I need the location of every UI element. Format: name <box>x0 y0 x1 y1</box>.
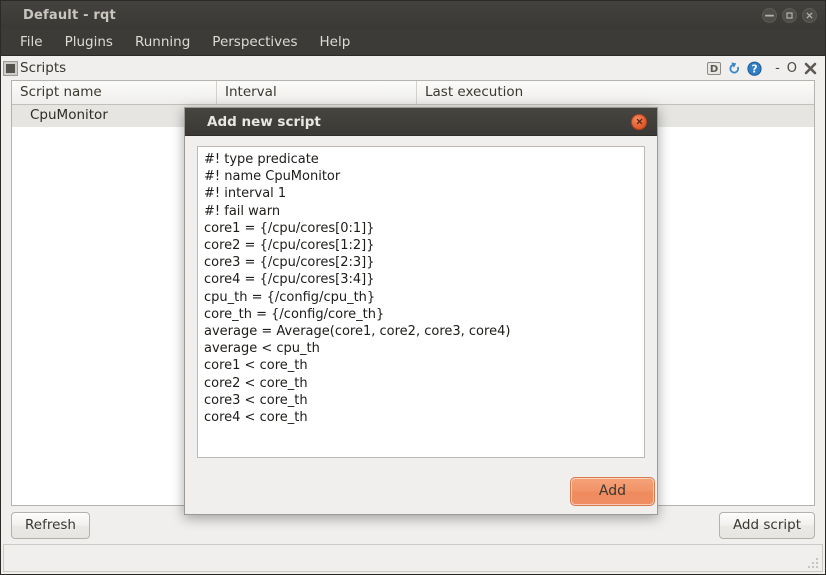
column-header-interval[interactable]: Interval <box>217 81 417 104</box>
window-titlebar: Default - rqt <box>1 1 825 29</box>
dialog-footer: Add <box>185 468 657 514</box>
window-title: Default - rqt <box>23 8 116 23</box>
menu-help[interactable]: Help <box>309 31 362 53</box>
refresh-button[interactable]: Refresh <box>11 512 90 539</box>
script-text-input[interactable]: #! type predicate #! name CpuMonitor #! … <box>197 146 645 458</box>
status-bar <box>3 544 823 572</box>
resize-grip-icon[interactable] <box>806 556 820 570</box>
detach-icon[interactable]: D <box>706 60 723 77</box>
dialog-body: #! type predicate #! name CpuMonitor #! … <box>185 136 657 468</box>
menu-running[interactable]: Running <box>124 31 201 53</box>
table-header: Script name Interval Last execution <box>12 81 814 105</box>
minimize-button[interactable] <box>762 8 777 23</box>
main-window: Default - rqt File Plugins Running <box>0 0 826 575</box>
menubar: File Plugins Running Perspectives Help <box>1 29 825 55</box>
menu-perspectives[interactable]: Perspectives <box>201 31 308 53</box>
dialog-add-button[interactable]: Add <box>570 477 655 506</box>
dialog-titlebar: Add new script <box>185 108 657 136</box>
minimize-icon <box>763 7 776 24</box>
close-button[interactable] <box>802 8 817 23</box>
dialog-close-button[interactable] <box>631 114 647 130</box>
window-controls <box>762 1 817 29</box>
close-panel-icon[interactable] <box>802 60 819 77</box>
help-icon[interactable]: ? <box>746 60 763 77</box>
svg-text:?: ? <box>752 63 758 75</box>
minimize-panel-button[interactable]: - <box>773 62 782 75</box>
close-icon <box>805 11 814 20</box>
menu-plugins[interactable]: Plugins <box>54 31 124 53</box>
dialog-close-icon <box>635 117 644 126</box>
column-header-last-execution[interactable]: Last execution <box>417 81 814 104</box>
panel-icon <box>4 62 17 75</box>
svg-text:D: D <box>710 64 718 75</box>
menu-file[interactable]: File <box>9 31 54 53</box>
dock-buttons: D ? - O <box>706 60 819 77</box>
dock-title: Scripts <box>20 60 66 76</box>
restore-panel-button[interactable]: O <box>785 62 799 75</box>
maximize-icon <box>785 11 794 20</box>
add-script-button[interactable]: Add script <box>719 512 815 539</box>
add-new-script-dialog: Add new script #! type predicate #! name… <box>184 107 658 515</box>
dock-titlebar: Scripts D ? <box>1 56 825 80</box>
dialog-title: Add new script <box>207 114 321 130</box>
column-header-script-name[interactable]: Script name <box>12 81 217 104</box>
reload-icon[interactable] <box>726 60 743 77</box>
maximize-button[interactable] <box>782 8 797 23</box>
